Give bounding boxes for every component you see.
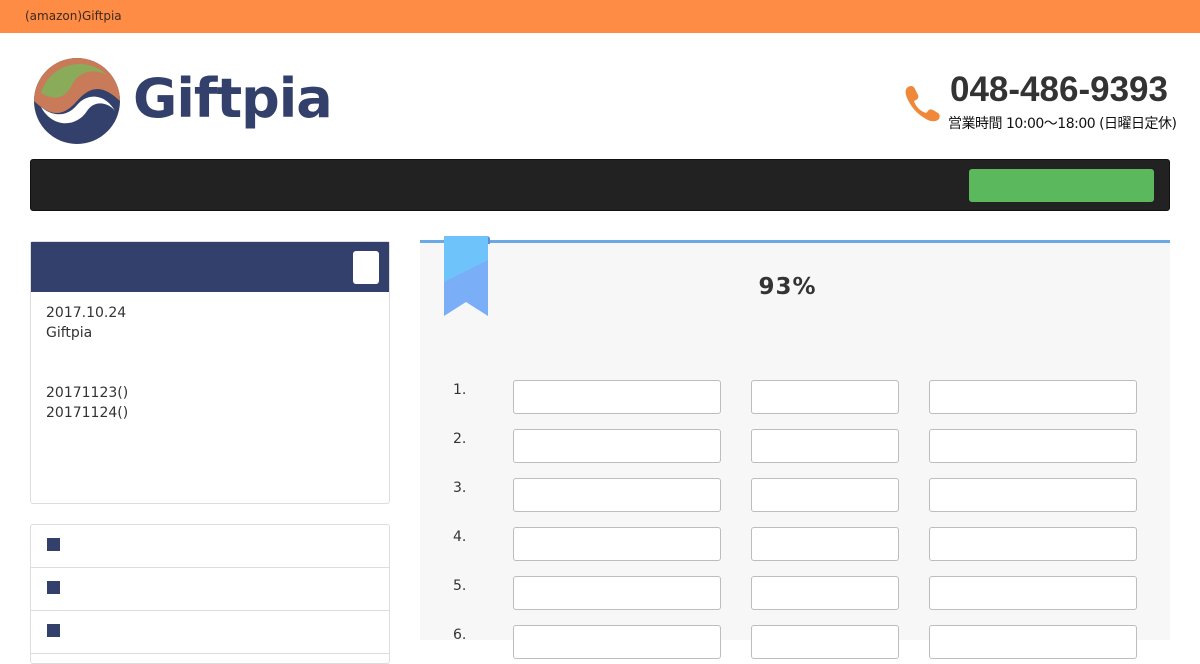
progress-percentage: 93% (758, 274, 817, 300)
sidebar-menu-item[interactable] (31, 611, 389, 654)
row-input-3[interactable] (929, 576, 1137, 610)
sidebar-panel-header (31, 242, 389, 292)
row-input-1[interactable] (513, 478, 721, 512)
row-input-2[interactable] (751, 576, 899, 610)
row-input-3[interactable] (929, 478, 1137, 512)
menu-square-icon (47, 581, 60, 594)
row-input-2[interactable] (751, 478, 899, 512)
row-input-1[interactable] (513, 576, 721, 610)
row-input-2[interactable] (751, 380, 899, 414)
logo-text: Giftpia (133, 67, 333, 130)
row-input-2[interactable] (751, 527, 899, 561)
main-form-panel: 93% 1. 2. 3. 4. 5. 6. (420, 236, 1170, 659)
top-bar-text: (amazon)Giftpia (25, 9, 122, 23)
row-input-3[interactable] (929, 527, 1137, 561)
row-input-2[interactable] (751, 625, 899, 659)
row-number: 3. (453, 480, 467, 496)
logo-mark-icon (34, 58, 120, 144)
menu-square-icon (47, 624, 60, 637)
row-number: 4. (453, 529, 467, 545)
row-input-3[interactable] (929, 625, 1137, 659)
row-input-2[interactable] (751, 429, 899, 463)
sidebar-menu-list (30, 524, 390, 664)
phone-icon (905, 85, 940, 122)
sidebar-news-panel: 2017.10.24 Giftpia 20171123() 20171124() (30, 241, 390, 504)
row-input-3[interactable] (929, 380, 1137, 414)
nav-action-button[interactable] (969, 169, 1154, 202)
main-navigation (30, 159, 1170, 211)
top-announcement-bar: (amazon)Giftpia (0, 0, 1200, 33)
row-number: 1. (453, 382, 467, 398)
site-logo[interactable]: Giftpia (33, 57, 333, 145)
row-input-3[interactable] (929, 429, 1137, 463)
row-input-1[interactable] (513, 380, 721, 414)
row-input-1[interactable] (513, 527, 721, 561)
news-text[interactable]: 20171123() (46, 383, 128, 403)
news-text[interactable]: 20171124() (46, 403, 128, 423)
row-number: 2. (453, 431, 467, 447)
news-text[interactable]: Giftpia (46, 323, 92, 343)
news-date: 2017.10.24 (46, 305, 127, 321)
row-number: 6. (453, 627, 467, 643)
sidebar-menu-item[interactable] (31, 525, 389, 568)
menu-square-icon (47, 538, 60, 551)
phone-number[interactable]: 048-486-9393 (950, 70, 1168, 110)
sidebar-header-button[interactable] (353, 251, 379, 284)
sidebar-menu-item[interactable] (31, 568, 389, 611)
row-input-1[interactable] (513, 625, 721, 659)
row-number: 5. (453, 578, 467, 594)
row-input-1[interactable] (513, 429, 721, 463)
business-hours: 営業時間 10:00〜18:00 (日曜日定休) (948, 116, 1177, 132)
